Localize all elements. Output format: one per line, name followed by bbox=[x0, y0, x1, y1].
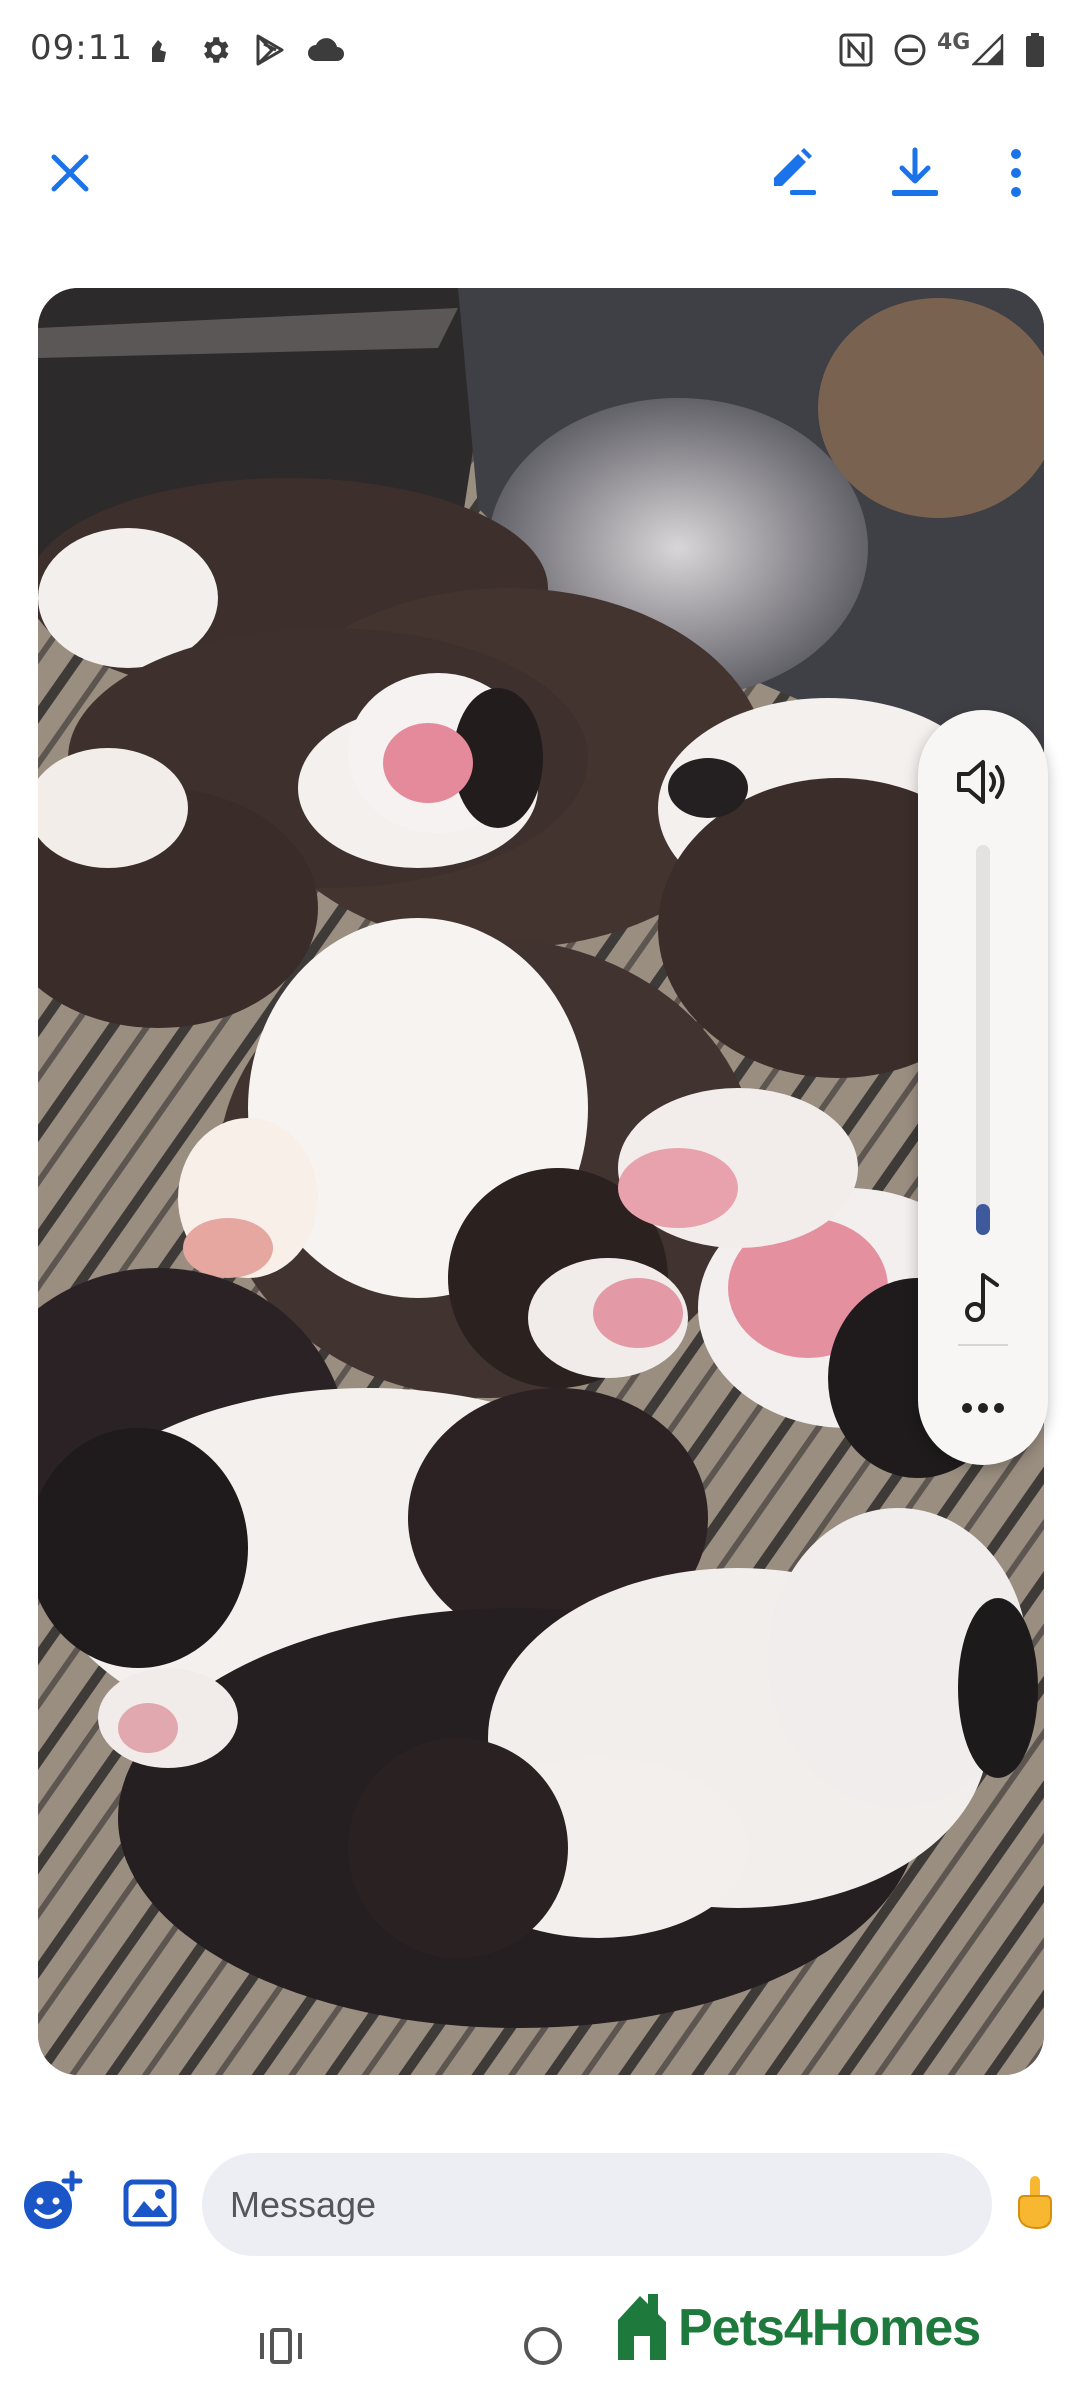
media-preview[interactable] bbox=[38, 288, 1044, 2075]
pets4homes-watermark: Pets4Homes bbox=[614, 2288, 1014, 2368]
home-icon bbox=[522, 2325, 564, 2372]
puppies-image bbox=[38, 288, 1044, 2075]
close-button[interactable] bbox=[35, 140, 105, 210]
volume-slider-fill bbox=[976, 1204, 990, 1235]
play-store-icon bbox=[250, 30, 290, 70]
music-note-icon[interactable] bbox=[956, 1265, 1010, 1329]
gallery-button[interactable] bbox=[115, 2170, 185, 2240]
recent-apps-button[interactable] bbox=[246, 2318, 316, 2378]
dnd-icon bbox=[890, 30, 930, 70]
battery-icon bbox=[1020, 30, 1050, 70]
home-button[interactable] bbox=[508, 2318, 578, 2378]
pencil-edit-icon bbox=[766, 146, 820, 205]
more-options-button[interactable] bbox=[981, 140, 1051, 210]
gear-icon bbox=[195, 30, 235, 70]
pets4homes-logo-icon bbox=[614, 2290, 670, 2367]
network-type-label: 4G bbox=[937, 30, 971, 55]
watermark-text: Pets4Homes bbox=[678, 2299, 981, 2357]
more-vert-icon bbox=[1006, 146, 1026, 205]
download-icon bbox=[888, 146, 942, 205]
emoji-add-icon bbox=[20, 2169, 84, 2238]
volume-panel[interactable] bbox=[918, 710, 1048, 1465]
hand-gesture-icon bbox=[1013, 2174, 1057, 2237]
hand-gesture-button[interactable] bbox=[1003, 2170, 1067, 2240]
status-time: 09:11 bbox=[30, 28, 133, 68]
nfc-icon bbox=[836, 30, 876, 70]
volume-slider[interactable] bbox=[976, 845, 990, 1235]
message-input[interactable] bbox=[202, 2153, 992, 2256]
close-icon bbox=[49, 152, 91, 199]
compose-bar bbox=[0, 2150, 1080, 2260]
emoji-add-button[interactable] bbox=[17, 2168, 87, 2238]
viewer-toolbar bbox=[0, 120, 1080, 230]
volume-divider bbox=[958, 1344, 1008, 1346]
edit-button[interactable] bbox=[758, 140, 828, 210]
status-bar: 09:11 4G bbox=[0, 0, 1080, 100]
notification-icon bbox=[140, 30, 176, 70]
gallery-icon bbox=[123, 2179, 177, 2232]
cloud-icon bbox=[304, 30, 348, 70]
more-horiz-icon[interactable] bbox=[956, 1378, 1010, 1438]
recent-apps-icon bbox=[258, 2327, 304, 2370]
speaker-volume-icon[interactable] bbox=[951, 750, 1015, 814]
signal-icon bbox=[970, 30, 1006, 70]
download-button[interactable] bbox=[880, 140, 950, 210]
